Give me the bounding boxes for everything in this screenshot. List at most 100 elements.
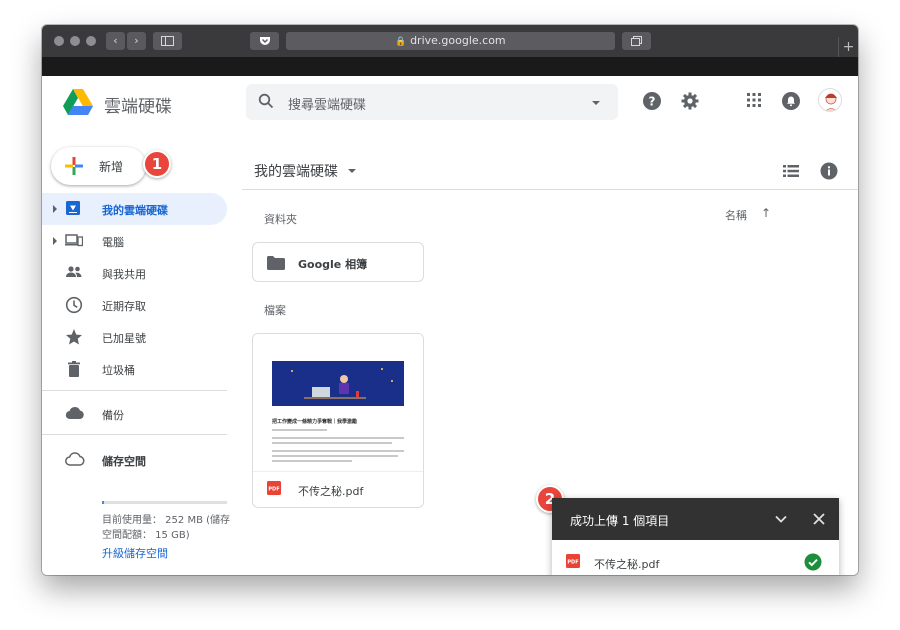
search-input[interactable]: 搜尋雲端硬碟	[288, 94, 366, 113]
sidebar-divider	[42, 434, 227, 435]
pdf-icon-glyph: PDF	[567, 560, 578, 566]
sidebar-item-label: 備份	[102, 409, 124, 422]
folder-icon	[267, 256, 285, 270]
pdf-icon-glyph: PDF	[268, 487, 279, 493]
settings-icon[interactable]	[681, 92, 699, 110]
minimize-window-button[interactable]	[70, 36, 80, 46]
pocket-button[interactable]	[250, 32, 279, 50]
search-bar[interactable]: 搜尋雲端硬碟	[246, 84, 618, 120]
apps-icon[interactable]	[746, 92, 762, 108]
tab-strip	[42, 57, 858, 76]
cloud-icon	[65, 407, 84, 420]
address-text: drive.google.com	[410, 34, 506, 47]
sidebar-item-label: 已加星號	[102, 332, 146, 345]
file-thumbnail: 把工作變成一條精力爭奪戰｜我學激勵	[253, 334, 423, 472]
thumbnail-text-line	[272, 429, 327, 431]
forward-button[interactable]: ›	[127, 32, 146, 50]
lock-icon: 🔒	[395, 37, 407, 47]
file-name: 不传之秘.pdf	[298, 485, 364, 498]
storage-usage-bar	[102, 501, 227, 504]
clock-icon	[65, 296, 83, 314]
sidebar-icon	[161, 36, 174, 46]
cloud-outline-icon	[65, 452, 85, 466]
info-icon[interactable]	[820, 162, 838, 180]
new-button[interactable]: 新增	[51, 147, 146, 185]
thumbnail-illustration	[272, 361, 404, 406]
storage-quota-text: 空間配額： 15 GB)	[102, 530, 190, 541]
close-window-button[interactable]	[54, 36, 64, 46]
drive-icon	[66, 201, 80, 215]
sidebar-item-storage[interactable]: 儲存空間	[42, 445, 227, 475]
sidebar-item-label: 儲存空間	[102, 455, 146, 468]
tabs-overview-button[interactable]	[622, 32, 651, 50]
search-icon[interactable]	[258, 93, 274, 109]
thumbnail-text-line	[272, 442, 392, 444]
sidebar-item-my-drive[interactable]: 我的雲端硬碟	[42, 194, 227, 224]
back-button[interactable]: ‹	[106, 32, 125, 50]
files-section-label: 檔案	[264, 304, 286, 317]
sort-by-name[interactable]: 名稱	[725, 207, 747, 223]
thumbnail-text-line	[272, 460, 352, 462]
zoom-window-button[interactable]	[86, 36, 96, 46]
list-view-icon[interactable]	[783, 164, 799, 178]
sidebar-item-label: 我的雲端硬碟	[102, 204, 168, 217]
pocket-icon	[259, 37, 270, 45]
shared-icon	[66, 266, 82, 277]
breadcrumb-dropdown-icon[interactable]	[348, 169, 356, 173]
sidebar-item-label: 電腦	[102, 236, 124, 249]
product-name: 雲端硬碟	[104, 97, 172, 117]
sidebar-item-recent[interactable]: 近期存取	[42, 290, 227, 320]
breadcrumb[interactable]: 我的雲端硬碟	[254, 161, 338, 181]
folder-card[interactable]: Google 相簿	[252, 242, 424, 282]
upload-item-name: 不传之秘.pdf	[594, 558, 660, 571]
storage-usage-fill	[102, 501, 104, 504]
thumbnail-art	[272, 361, 404, 406]
expand-arrow-icon[interactable]	[53, 237, 57, 245]
storage-used-text: 目前使用量： 252 MB (儲存	[102, 515, 231, 526]
sidebar-item-label: 與我共用	[102, 268, 146, 281]
star-icon	[66, 329, 82, 345]
notifications-icon[interactable]	[782, 92, 800, 110]
sidebar-item-computers[interactable]: 電腦	[42, 226, 227, 256]
step-marker-1: 1	[143, 150, 171, 178]
sidebar-item-trash[interactable]: 垃圾桶	[42, 354, 227, 384]
folder-name: Google 相簿	[298, 258, 368, 271]
sidebar-item-label: 垃圾桶	[102, 364, 135, 377]
trash-icon	[68, 361, 80, 377]
folders-section-label: 資料夾	[264, 213, 297, 226]
close-icon[interactable]	[812, 512, 826, 526]
plus-icon	[65, 157, 83, 175]
thumbnail-text-line	[272, 437, 404, 439]
svg-text:?: ?	[649, 95, 656, 109]
upload-status-panel: 成功上傳 1 個項目 PDF 不传之秘.pdf	[552, 498, 839, 575]
sidebar-item-starred[interactable]: 已加星號	[42, 322, 227, 352]
header-divider	[242, 189, 858, 190]
upload-status-header: 成功上傳 1 個項目	[552, 498, 839, 540]
sort-direction-icon[interactable]: ↑	[761, 206, 771, 220]
thumbnail-text-line	[272, 455, 398, 457]
pdf-icon: PDF	[566, 554, 580, 568]
help-icon[interactable]: ?	[643, 92, 661, 110]
upgrade-storage-link[interactable]: 升級儲存空間	[102, 545, 168, 561]
google-drive-logo[interactable]	[63, 89, 93, 115]
browser-window: ‹ › 🔒 drive.google.com + 雲端硬碟 搜尋雲端硬碟 ? 新…	[42, 25, 858, 575]
collapse-chevron-icon[interactable]	[774, 512, 788, 526]
thumbnail-title: 把工作變成一條精力爭奪戰｜我學激勵	[272, 419, 358, 425]
check-circle-icon	[804, 553, 822, 571]
drive-app: 雲端硬碟 搜尋雲端硬碟 ? 新增 1 我的雲端硬碟 電腦 與我共用 近期存取 已…	[42, 76, 858, 575]
sidebar-item-shared[interactable]: 與我共用	[42, 258, 227, 288]
new-tab-button[interactable]: +	[838, 37, 858, 57]
computer-icon	[65, 234, 83, 247]
upload-status-title: 成功上傳 1 個項目	[570, 514, 670, 528]
file-card[interactable]: 把工作變成一條精力爭奪戰｜我學激勵 PDF 不传之秘.pdf	[252, 333, 424, 508]
sidebar-item-label: 近期存取	[102, 300, 146, 313]
new-button-label: 新增	[99, 160, 124, 174]
search-options-icon[interactable]	[592, 101, 600, 105]
address-bar[interactable]: 🔒 drive.google.com	[286, 32, 615, 50]
avatar-illustration	[825, 93, 837, 111]
expand-arrow-icon[interactable]	[53, 205, 57, 213]
sidebar-toggle-button[interactable]	[153, 32, 182, 50]
thumbnail-text-line	[272, 450, 404, 452]
avatar[interactable]	[818, 88, 842, 112]
sidebar-item-backups[interactable]: 備份	[42, 399, 227, 429]
